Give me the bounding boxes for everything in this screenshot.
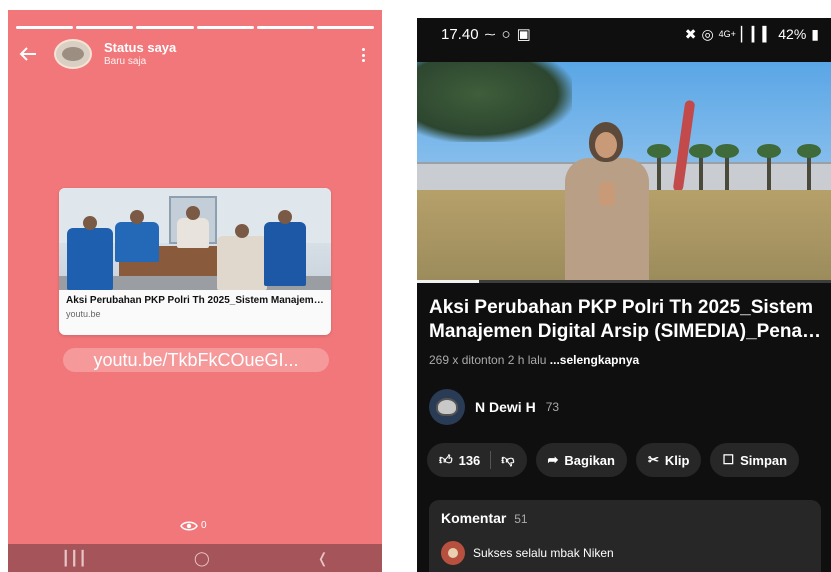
link-thumbnail: [59, 188, 331, 290]
video-title-line-2: Manajemen Digital Arsip (SIMEDIA)_Penat.…: [429, 320, 823, 342]
avatar[interactable]: [54, 39, 92, 69]
nav-recents-icon[interactable]: ┃┃┃: [62, 550, 87, 567]
status-views[interactable]: 0: [180, 520, 207, 531]
nav-back-icon[interactable]: ❬: [317, 550, 329, 567]
view-count: 269 x ditonton: [429, 353, 505, 367]
hotspot-icon: ◎: [701, 25, 714, 42]
link-card-text: Aksi Perubahan PKP Polri Th 2025_Sistem …: [59, 290, 331, 319]
comments-count: 51: [514, 512, 528, 526]
link-card-domain: youtu.be: [66, 308, 101, 319]
channel-name[interactable]: N Dewi H: [475, 399, 536, 415]
comments-panel[interactable]: Komentar 51 Sukses selalu mbak Niken: [429, 500, 821, 572]
back-button[interactable]: [8, 36, 48, 72]
clip-label: Klip: [664, 452, 690, 468]
signal-icon: ▏▎▍: [740, 25, 774, 42]
save-button[interactable]: ☐ Simpan: [710, 443, 800, 477]
video-player[interactable]: [417, 62, 831, 280]
video-title[interactable]: Aksi Perubahan PKP Polri Th 2025_Sistem …: [429, 296, 823, 344]
thumbs-up-icon[interactable]: 👍︎: [439, 452, 453, 468]
mute-icon: ✖: [684, 25, 697, 42]
clock: 17.40: [441, 25, 479, 43]
video-title-line-1: Aksi Perubahan PKP Polri Th 2025_Sistem: [429, 297, 814, 318]
more-vert-icon[interactable]: [358, 48, 368, 62]
status-header: Status saya Baru saja: [8, 36, 382, 72]
link-card-title: Aksi Perubahan PKP Polri Th 2025_Sistem …: [66, 295, 324, 306]
comments-header: Komentar 51: [441, 510, 809, 526]
shop-notification-icon: ▣: [516, 26, 531, 43]
thumbs-down-icon[interactable]: 👎︎: [501, 452, 514, 468]
status-time: Baru saja: [104, 55, 147, 67]
progress-segment: [76, 26, 134, 29]
channel-avatar[interactable]: [429, 389, 465, 425]
upload-age: 2 h lalu: [507, 353, 547, 367]
share-button[interactable]: ➦ Bagikan: [535, 443, 627, 477]
video-meta[interactable]: 269 x ditonton 2 h lalu ...selengkapnya: [429, 353, 639, 367]
scissors-icon: ✂: [647, 452, 659, 467]
battery-level: 42%: [778, 26, 807, 42]
subscriber-count: 73: [545, 400, 560, 414]
show-more-link[interactable]: ...selengkapnya: [550, 353, 639, 367]
like-dislike-pill: 👍︎ 136 👎︎: [427, 443, 527, 477]
eye-icon: [180, 521, 198, 530]
save-label: Simpan: [740, 452, 788, 468]
status-bar-right: ✖ ◎ 4G+ ▏▎▍ 42% ▮: [685, 26, 819, 43]
video-progress-fill: [417, 280, 480, 283]
network-type: 4G+: [718, 29, 736, 39]
views-count: 0: [201, 520, 207, 531]
action-bar: 👍︎ 136 👎︎ ➦ Bagikan ✂ Klip ☐ Simpan: [427, 443, 800, 477]
progress-segment: [256, 26, 314, 29]
youtube-screen: 17.40 ⁓ ○ ▣ ✖ ◎ 4G+ ▏▎▍ 42% ▮ Aksi Perub…: [417, 18, 831, 572]
progress-segment: [16, 26, 74, 29]
channel-row[interactable]: N Dewi H 73: [429, 388, 559, 426]
status-bar: 17.40 ⁓ ○ ▣ ✖ ◎ 4G+ ▏▎▍ 42% ▮: [417, 18, 831, 50]
comments-label: Komentar: [441, 510, 507, 526]
top-comment[interactable]: Sukses selalu mbak Niken: [441, 541, 809, 565]
nav-home-icon[interactable]: ◯: [194, 550, 210, 567]
status-title-block: Status saya Baru saja: [104, 40, 177, 67]
whatsapp-status-screen: Status saya Baru saja Aksi Perubahan PKP…: [8, 10, 382, 572]
link-preview-card[interactable]: Aksi Perubahan PKP Polri Th 2025_Sistem …: [59, 188, 331, 335]
screenshot-collage: Status saya Baru saja Aksi Perubahan PKP…: [0, 0, 831, 572]
status-link-text[interactable]: youtu.be/TkbFkCOueGI...: [63, 348, 329, 372]
video-presenter: [557, 122, 657, 280]
progress-segment: [136, 26, 194, 29]
android-nav-bar: ┃┃┃ ◯ ❬: [8, 544, 382, 572]
battery-icon: ▮: [811, 25, 819, 42]
video-progress-bar[interactable]: [417, 280, 831, 283]
commenter-avatar: [441, 541, 465, 565]
nfc-icon: ⁓: [484, 28, 496, 41]
share-icon: ➦: [547, 452, 559, 467]
like-count[interactable]: 136: [459, 453, 481, 468]
progress-segment: [196, 26, 254, 29]
back-arrow-icon: [19, 47, 36, 61]
share-label: Bagikan: [564, 452, 615, 468]
status-bar-left: 17.40 ⁓ ○ ▣: [441, 25, 531, 44]
status-owner-title: Status saya: [104, 40, 177, 56]
top-comment-text: Sukses selalu mbak Niken: [473, 546, 614, 560]
clip-button[interactable]: ✂ Klip: [635, 443, 702, 477]
status-progress-bar: [16, 26, 375, 29]
whatsapp-notification-icon: ○: [501, 25, 511, 43]
bookmark-icon: ☐: [722, 452, 735, 467]
progress-segment: [316, 26, 375, 29]
